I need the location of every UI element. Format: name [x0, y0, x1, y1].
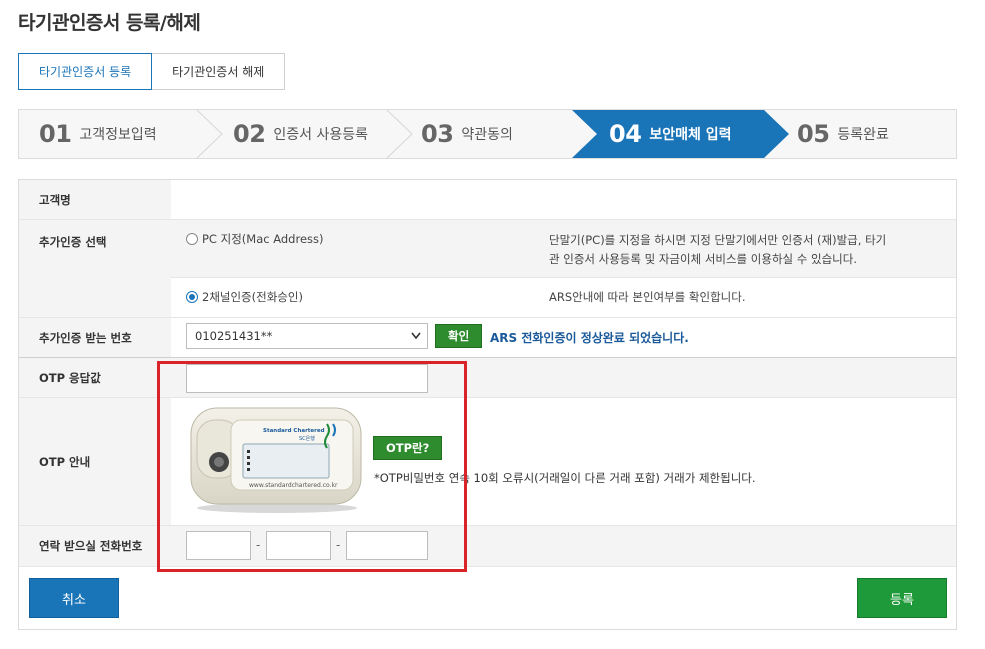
step-3-label: 약관동의 [461, 127, 513, 143]
step-1-label: 고객정보입력 [79, 127, 157, 143]
option-divider [171, 277, 956, 278]
otp-device-url: www.standardchartered.co.kr [249, 482, 338, 489]
otp-response-label: OTP 응답값 [19, 358, 171, 397]
tab-register-cert[interactable]: 타기관인증서 등록 [18, 53, 153, 90]
customer-name-label: 고객명 [19, 180, 171, 219]
option-2channel[interactable]: 2채널인증(전화승인) [186, 289, 303, 305]
tab-bar: 타기관인증서 등록 타기관인증서 해제 [18, 53, 286, 90]
auth-phone-select[interactable]: 010251431** [186, 323, 428, 349]
phone-dash-2: - [336, 538, 341, 552]
step-4: 04 보안매체 입력 [609, 110, 732, 158]
otp-device-brand-sub: SC은행 [299, 436, 315, 442]
step-5-number: 05 [797, 120, 830, 148]
step-2-label: 인증서 사용등록 [273, 127, 369, 143]
row-otp-guide: OTP 안내 Standard Chartered SC은행 www.stand… [19, 398, 956, 526]
otp-what-button[interactable]: OTP란? [373, 436, 443, 460]
otp-notice-text: *OTP비밀번호 연속 10회 오류시(거래일이 다른 거래 포함) 거래가 제… [374, 471, 756, 485]
auth-phone-label: 추가인증 받는 번호 [19, 318, 171, 357]
step-3-number: 03 [421, 120, 454, 148]
row-otp-response: OTP 응답값 [19, 358, 956, 398]
step-5: 05 등록완료 [797, 110, 889, 158]
step-5-label: 등록완료 [837, 127, 889, 143]
register-button[interactable]: 등록 [857, 578, 947, 618]
otp-device-brand: Standard Chartered [263, 428, 325, 434]
contact-phone-part3[interactable] [346, 531, 428, 560]
contact-phone-label: 연락 받으실 전화번호 [19, 526, 171, 566]
step-3: 03 약관동의 [421, 110, 513, 158]
auth-select-label: 추가인증 선택 [19, 220, 171, 317]
progress-steps: 01 고객정보입력 02 인증서 사용등록 03 약관동의 04 보안매체 입력… [18, 109, 957, 159]
phone-dash-1: - [256, 538, 261, 552]
contact-phone-part2[interactable] [266, 531, 331, 560]
cancel-button[interactable]: 취소 [29, 578, 119, 618]
radio-2channel-icon[interactable] [186, 291, 198, 303]
otp-response-input[interactable] [186, 364, 428, 393]
otp-guide-label: OTP 안내 [19, 398, 171, 525]
step-4-number: 04 [609, 120, 642, 148]
otp-device-image: Standard Chartered SC은행 www.standardchar… [187, 406, 363, 514]
row-auth-phone: 추가인증 받는 번호 010251431** 확인 ARS 전화인증이 정상완료… [19, 318, 956, 358]
step-2: 02 인증서 사용등록 [233, 110, 368, 158]
step-1-number: 01 [39, 120, 72, 148]
option-2channel-description: ARS안내에 따라 본인여부를 확인합니다. [549, 290, 746, 304]
security-form: 고객명 추가인증 선택 PC 지정(Mac Address) 단말기(PC)를 … [18, 179, 957, 630]
row-contact-phone: 연락 받으실 전화번호 - - [19, 526, 956, 567]
ars-status-text: ARS 전화인증이 정상완료 되었습니다. [490, 331, 689, 345]
contact-phone-part1[interactable] [186, 531, 251, 560]
page-title: 타기관인증서 등록/해제 [18, 12, 201, 34]
row-auth-select: 추가인증 선택 PC 지정(Mac Address) 단말기(PC)를 지정을 … [19, 220, 956, 318]
step-2-number: 02 [233, 120, 266, 148]
option-pc[interactable]: PC 지정(Mac Address) [186, 231, 324, 247]
tab-unregister-cert[interactable]: 타기관인증서 해제 [152, 53, 286, 90]
radio-pc-icon[interactable] [186, 233, 198, 245]
step-1: 01 고객정보입력 [39, 110, 157, 158]
chevron-down-icon [411, 332, 421, 340]
option-pc-description: 단말기(PC)를 지정을 하시면 지정 단말기에서만 인증서 (재)발급, 타기… [549, 233, 887, 266]
step-4-label: 보안매체 입력 [649, 127, 732, 143]
confirm-button[interactable]: 확인 [435, 324, 483, 348]
row-customer-name: 고객명 [19, 180, 956, 220]
